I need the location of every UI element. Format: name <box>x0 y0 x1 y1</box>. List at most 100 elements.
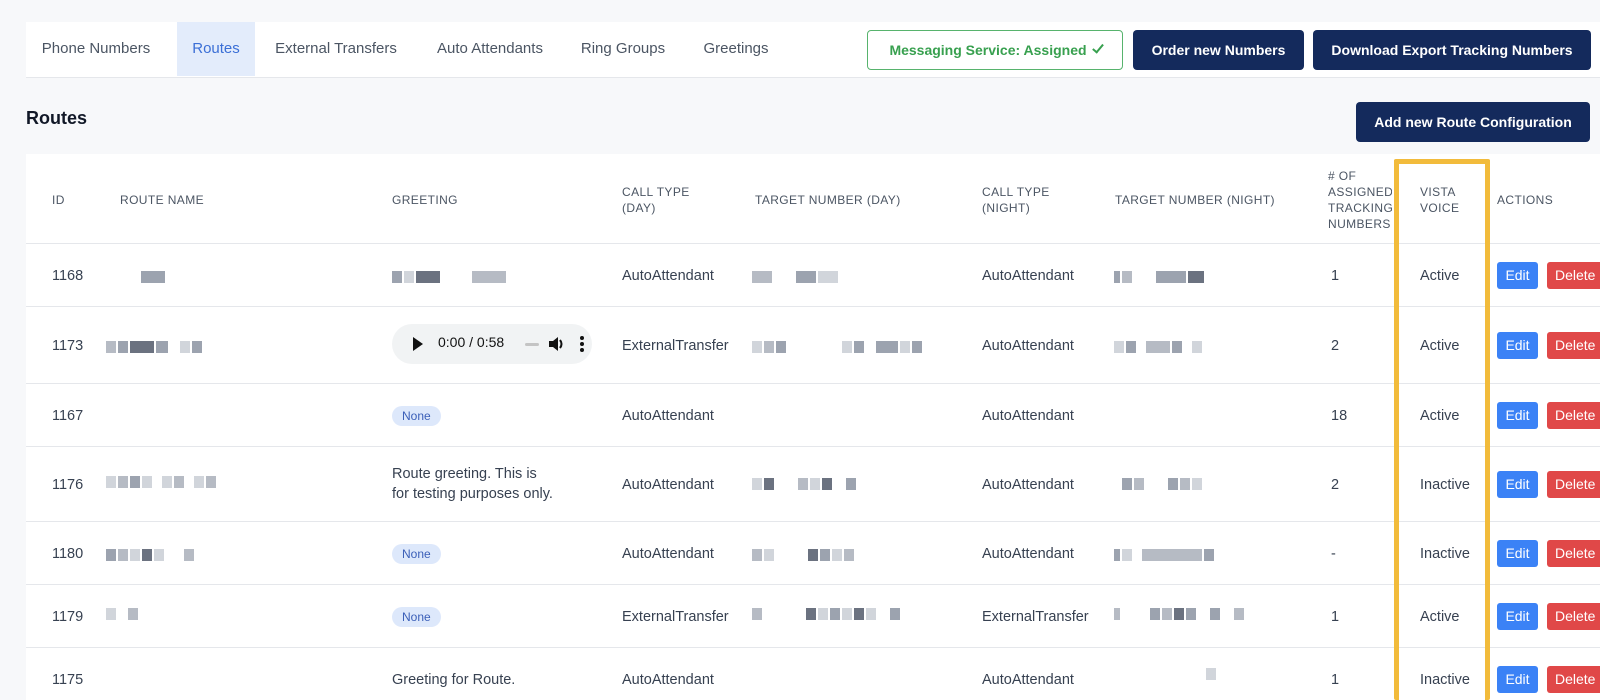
call-type-day: AutoAttendant <box>622 672 714 688</box>
call-type-day: AutoAttendant <box>622 477 714 493</box>
column-call-type-night: CALL TYPE (NIGHT) <box>982 184 1050 216</box>
column-id: ID <box>52 193 65 207</box>
assigned-count: 18 <box>1331 408 1348 424</box>
tab-greetings[interactable]: Greetings <box>694 22 778 76</box>
greeting-none-badge: None <box>392 544 441 564</box>
redacted-greeting <box>392 270 508 283</box>
greeting-none-badge: None <box>392 406 441 426</box>
redacted-target-night <box>1122 477 1204 490</box>
column-label: # OF <box>1328 169 1357 183</box>
edit-button[interactable]: Edit <box>1497 262 1538 289</box>
redacted-target-night <box>1114 607 1246 620</box>
delete-button[interactable]: Delete <box>1547 666 1600 693</box>
call-type-day: AutoAttendant <box>622 268 714 284</box>
call-type-day: ExternalTransfer <box>622 338 729 354</box>
column-actions: ACTIONS <box>1497 193 1554 207</box>
column-target-night: TARGET NUMBER (NIGHT) <box>1115 193 1275 207</box>
vista-voice-status: Inactive <box>1420 546 1470 562</box>
greeting-line: Route greeting. This is <box>392 466 537 482</box>
routes-table: ID ROUTE NAME GREETING CALL TYPE (DAY) T… <box>26 154 1600 700</box>
edit-button[interactable]: Edit <box>1497 540 1538 567</box>
more-options-icon[interactable] <box>580 336 584 352</box>
edit-button[interactable]: Edit <box>1497 666 1538 693</box>
table-row: 1179 None ExternalTransfer ExternalTrans… <box>26 586 1600 648</box>
row-id: 1176 <box>52 477 84 493</box>
row-id: 1180 <box>52 546 84 562</box>
redacted-route-name <box>141 270 167 283</box>
call-type-night: AutoAttendant <box>982 268 1074 284</box>
edit-button[interactable]: Edit <box>1497 402 1538 429</box>
call-type-night: AutoAttendant <box>982 546 1074 562</box>
assigned-count: 2 <box>1331 477 1340 493</box>
greeting-none-badge: None <box>392 607 441 627</box>
column-assigned-tracking: # OF ASSIGNED TRACKING NUMBERS <box>1328 168 1392 232</box>
add-route-configuration-button[interactable]: Add new Route Configuration <box>1356 102 1590 142</box>
column-target-day: TARGET NUMBER (DAY) <box>755 193 901 207</box>
edit-button[interactable]: Edit <box>1497 332 1538 359</box>
row-id: 1168 <box>52 268 84 284</box>
redacted-target-day <box>752 607 902 620</box>
call-type-night: ExternalTransfer <box>982 609 1089 625</box>
delete-button[interactable]: Delete <box>1547 332 1600 359</box>
delete-button[interactable]: Delete <box>1547 262 1600 289</box>
messaging-service-label: Messaging Service: Assigned <box>889 42 1087 58</box>
tab-routes[interactable]: Routes <box>177 22 255 76</box>
check-icon <box>1091 41 1104 54</box>
tab-ring-groups[interactable]: Ring Groups <box>573 22 673 76</box>
column-label: VISTA <box>1420 185 1456 199</box>
greeting-audio-player[interactable]: 0:00 / 0:58 <box>392 324 592 364</box>
download-export-button[interactable]: Download Export Tracking Numbers <box>1313 30 1591 70</box>
call-type-day: AutoAttendant <box>622 546 714 562</box>
audio-progress-track[interactable] <box>525 343 539 346</box>
row-id: 1175 <box>52 672 84 688</box>
column-label: CALL TYPE <box>982 185 1050 199</box>
table-row: 1173 0:00 / 0:58 ExternalTransfer AutoAt… <box>26 308 1600 384</box>
redacted-route-name <box>106 340 204 353</box>
vista-voice-status: Active <box>1420 268 1460 284</box>
table-row: 1180 None AutoAttendant AutoAttendant - … <box>26 523 1600 585</box>
delete-button[interactable]: Delete <box>1547 471 1600 498</box>
greeting-text: Route greeting. This is for testing purp… <box>392 464 553 504</box>
vista-voice-status: Active <box>1420 338 1460 354</box>
table-row: 1175 Greeting for Route. AutoAttendant A… <box>26 649 1600 700</box>
top-navigation: Phone Numbers Routes External Transfers … <box>26 22 1600 78</box>
column-label: ASSIGNED <box>1328 185 1392 199</box>
table-row: 1176 Route greeting. This is for testing… <box>26 448 1600 522</box>
delete-button[interactable]: Delete <box>1547 402 1600 429</box>
tab-phone-numbers[interactable]: Phone Numbers <box>26 22 166 76</box>
page-title: Routes <box>26 108 88 128</box>
vista-voice-status: Active <box>1420 408 1460 424</box>
call-type-night: AutoAttendant <box>982 672 1074 688</box>
row-id: 1173 <box>52 338 84 354</box>
row-id: 1167 <box>52 408 84 424</box>
redacted-target-night <box>1114 340 1204 353</box>
column-label: (NIGHT) <box>982 201 1031 215</box>
table-row: 1167 None AutoAttendant AutoAttendant 18… <box>26 385 1600 447</box>
redacted-target-night <box>1114 548 1216 561</box>
table-header: ID ROUTE NAME GREETING CALL TYPE (DAY) T… <box>26 154 1600 244</box>
play-icon[interactable] <box>413 337 423 351</box>
redacted-route-name <box>106 548 196 561</box>
tab-external-transfers[interactable]: External Transfers <box>268 22 404 76</box>
volume-icon[interactable] <box>548 336 566 352</box>
assigned-count: - <box>1331 546 1336 562</box>
order-new-numbers-button[interactable]: Order new Numbers <box>1133 30 1304 70</box>
row-id: 1179 <box>52 609 84 625</box>
redacted-target-night <box>1206 667 1218 680</box>
vista-voice-status: Inactive <box>1420 672 1470 688</box>
redacted-route-name <box>106 475 218 488</box>
delete-button[interactable]: Delete <box>1547 603 1600 630</box>
messaging-service-button[interactable]: Messaging Service: Assigned <box>867 30 1123 70</box>
call-type-day: AutoAttendant <box>622 408 714 424</box>
call-type-night: AutoAttendant <box>982 477 1074 493</box>
edit-button[interactable]: Edit <box>1497 603 1538 630</box>
column-label: VOICE <box>1420 201 1460 215</box>
edit-button[interactable]: Edit <box>1497 471 1538 498</box>
greeting-line: for testing purposes only. <box>392 486 553 502</box>
redacted-route-name <box>106 607 140 620</box>
tab-auto-attendants[interactable]: Auto Attendants <box>427 22 553 76</box>
column-label: (DAY) <box>622 201 656 215</box>
redacted-target-day <box>752 548 856 561</box>
delete-button[interactable]: Delete <box>1547 540 1600 567</box>
column-call-type-day: CALL TYPE (DAY) <box>622 184 690 216</box>
